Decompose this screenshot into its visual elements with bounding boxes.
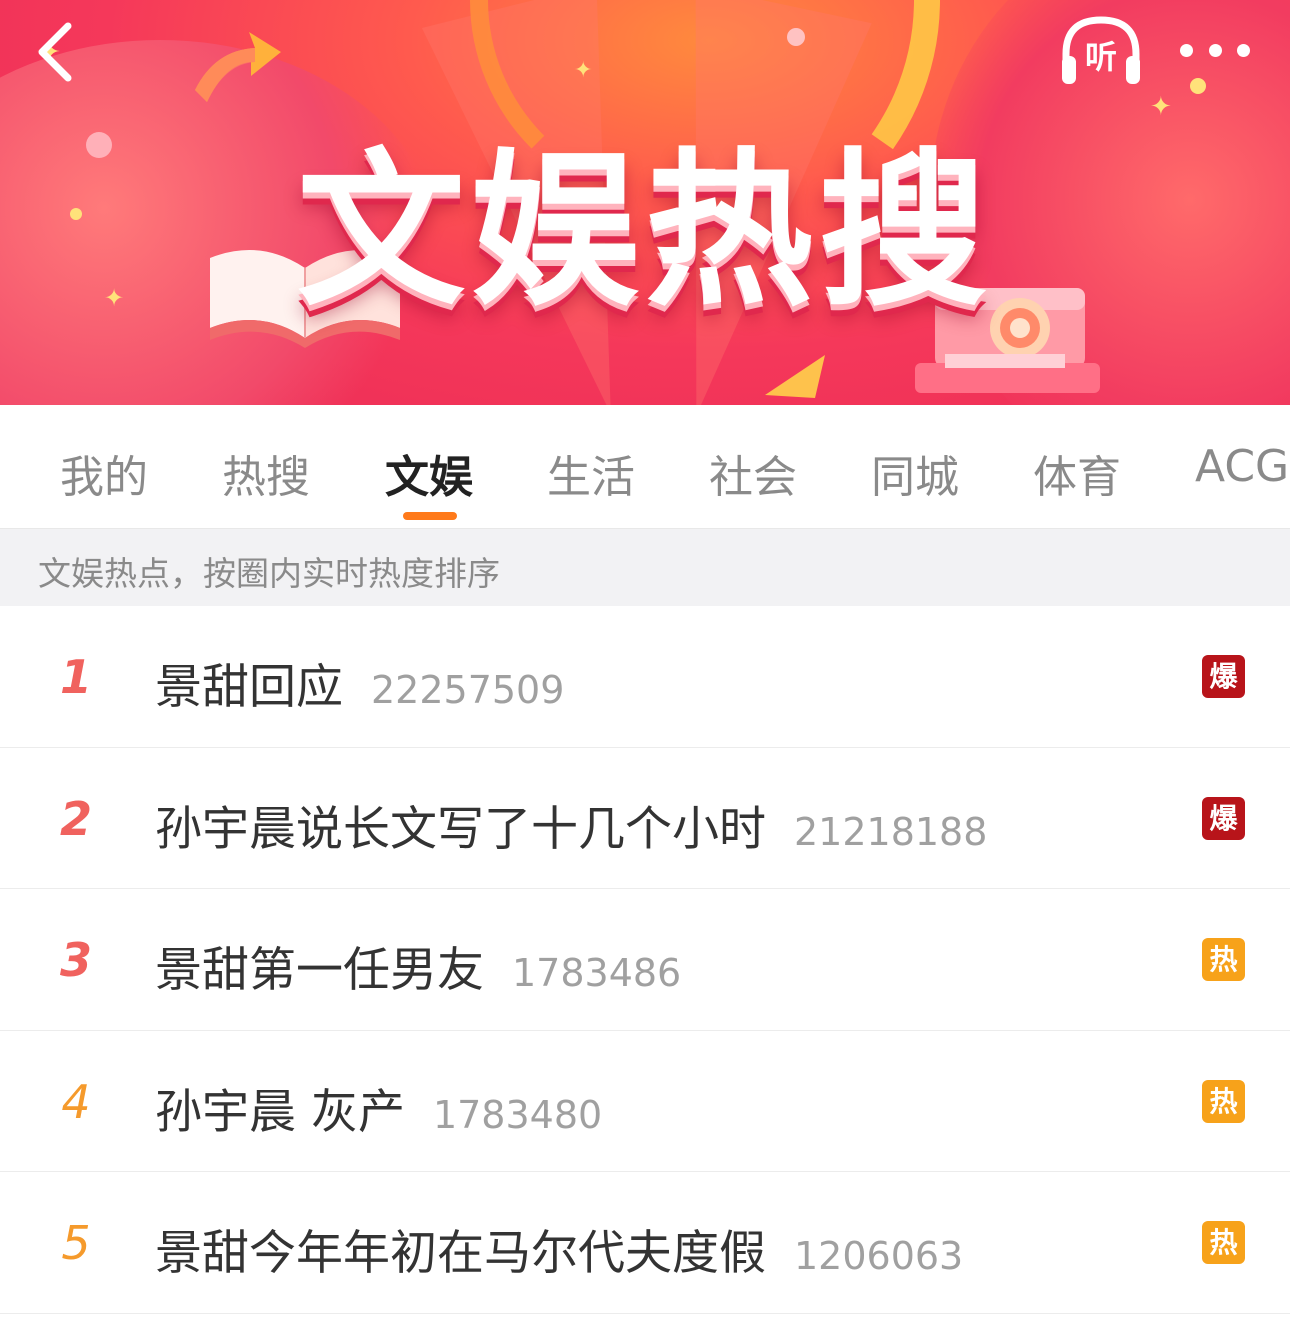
- more-dots-icon: [1237, 43, 1250, 57]
- more-dots-icon: [1180, 43, 1193, 57]
- banner-decoration: [1190, 78, 1206, 94]
- heat-count: 1783486: [512, 951, 682, 995]
- tab-mine[interactable]: 我的: [60, 441, 148, 505]
- chevron-left-icon: [38, 22, 72, 82]
- heat-count: 1206063: [794, 1234, 964, 1278]
- hot-badge: 热: [1202, 938, 1245, 981]
- active-tab-indicator: [403, 512, 457, 520]
- list-item[interactable]: 2 孙宇晨说长文写了十几个小时 21218188 爆: [0, 748, 1290, 889]
- heat-count: 21218188: [794, 809, 988, 854]
- list-item[interactable]: 5 景甜今年年初在马尔代夫度假 1206063 热: [0, 1172, 1290, 1314]
- category-tabs: 我的 热搜 文娱 生活 社会 同城 体育 ACG: [0, 405, 1290, 529]
- heat-count: 1783480: [432, 1092, 603, 1137]
- list-item[interactable]: 4 孙宇晨 灰产 1783480 热: [0, 1031, 1290, 1172]
- list-item[interactable]: 3 景甜第一任男友 1783486 热: [0, 889, 1290, 1031]
- more-button[interactable]: [1180, 30, 1250, 70]
- topic-title: 孙宇晨 灰产: [155, 1084, 405, 1140]
- list-item[interactable]: 1 景甜回应 22257509 爆: [0, 606, 1290, 748]
- topic-title: 孙宇晨说长文写了十几个小时: [155, 801, 766, 857]
- more-dots-icon: [1208, 43, 1222, 57]
- tab-life[interactable]: 生活: [547, 441, 635, 505]
- explosive-badge: 爆: [1202, 655, 1245, 698]
- triangle-decoration-icon: [765, 355, 825, 398]
- topic-title: 景甜回应: [155, 660, 343, 715]
- tab-entertainment[interactable]: 文娱: [385, 441, 473, 505]
- sparkle-icon: ✦: [574, 58, 593, 83]
- hot-badge: 热: [1202, 1221, 1245, 1264]
- banner: ✦ ✦ ✦ ✦ 文娱热搜 听: [0, 0, 1290, 405]
- tab-local[interactable]: 同城: [871, 441, 959, 505]
- tab-sports[interactable]: 体育: [1033, 441, 1121, 505]
- rank-number: 3: [59, 933, 92, 987]
- banner-title: 文娱热搜: [297, 133, 993, 329]
- hot-badge: 热: [1202, 1079, 1245, 1123]
- tab-acg[interactable]: ACG: [1195, 441, 1289, 492]
- hot-search-list: 1 景甜回应 22257509 爆 2 孙宇晨说长文写了十几个小时 212181…: [0, 606, 1290, 1314]
- rank-number: 1: [59, 650, 92, 704]
- rank-number: 2: [59, 791, 92, 846]
- topic-title: 景甜第一任男友: [155, 943, 484, 998]
- heat-count: 22257509: [371, 668, 565, 712]
- rank-number: 5: [61, 1216, 91, 1270]
- listen-label: 听: [1084, 38, 1117, 76]
- list-description-bar: 文娱热点，按圈内实时热度排序: [0, 529, 1290, 606]
- topic-title: 景甜今年年初在马尔代夫度假: [155, 1226, 766, 1281]
- list-description: 文娱热点，按圈内实时热度排序: [38, 554, 500, 593]
- explosive-badge: 爆: [1202, 796, 1245, 840]
- tab-society[interactable]: 社会: [709, 441, 797, 505]
- back-button[interactable]: [30, 18, 90, 88]
- listen-button[interactable]: 听: [1058, 12, 1144, 88]
- rank-number: 4: [61, 1074, 91, 1129]
- banner-decoration: [787, 28, 805, 46]
- tab-hot-search[interactable]: 热搜: [222, 441, 310, 505]
